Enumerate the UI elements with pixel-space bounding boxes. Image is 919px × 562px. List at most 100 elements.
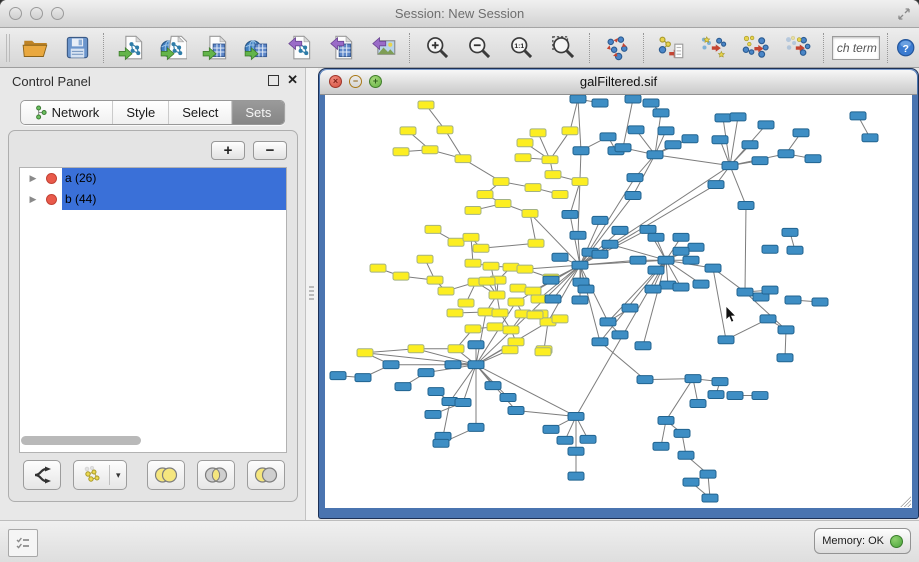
- graph-node[interactable]: [393, 272, 409, 280]
- graph-node[interactable]: [612, 226, 628, 234]
- graph-node[interactable]: [568, 412, 584, 420]
- graph-node[interactable]: [465, 206, 481, 214]
- graph-node[interactable]: [465, 259, 481, 267]
- dropdown-caret-icon[interactable]: ▾: [109, 465, 121, 485]
- graph-node[interactable]: [508, 298, 524, 306]
- graph-node[interactable]: [458, 299, 474, 307]
- graph-node[interactable]: [483, 262, 499, 270]
- graph-node[interactable]: [785, 296, 801, 304]
- graph-node[interactable]: [690, 400, 706, 408]
- graph-node[interactable]: [760, 315, 776, 323]
- disclosure-triangle-icon[interactable]: ▶: [26, 173, 40, 184]
- graph-node[interactable]: [730, 113, 746, 121]
- graph-node[interactable]: [525, 287, 541, 295]
- graph-node[interactable]: [525, 184, 541, 192]
- graph-node[interactable]: [600, 133, 616, 141]
- panel-split-divider[interactable]: [306, 68, 318, 520]
- export-network-button[interactable]: [280, 31, 318, 65]
- new-network-from-selection-button[interactable]: [652, 31, 690, 65]
- zoom-out-button[interactable]: [460, 31, 498, 65]
- graph-node[interactable]: [592, 99, 608, 107]
- graph-node[interactable]: [778, 326, 794, 334]
- zoom-in-button[interactable]: [418, 31, 456, 65]
- graph-node[interactable]: [427, 276, 443, 284]
- graph-node[interactable]: [715, 114, 731, 122]
- graph-node[interactable]: [425, 410, 441, 418]
- graph-node[interactable]: [545, 171, 561, 179]
- apply-layout-button[interactable]: [598, 31, 636, 65]
- select-first-neighbors-button[interactable]: [694, 31, 732, 65]
- graph-node[interactable]: [455, 155, 471, 163]
- graph-node[interactable]: [570, 231, 586, 239]
- show-all-button[interactable]: [778, 31, 816, 65]
- toolbar-grip[interactable]: [6, 34, 10, 62]
- graph-node[interactable]: [627, 174, 643, 182]
- graph-node[interactable]: [862, 134, 878, 142]
- graph-node[interactable]: [479, 277, 495, 285]
- graph-node[interactable]: [447, 309, 463, 317]
- graph-node[interactable]: [602, 240, 618, 248]
- graph-node[interactable]: [517, 139, 533, 147]
- graph-node[interactable]: [425, 225, 441, 233]
- graph-node[interactable]: [522, 209, 538, 217]
- graph-node[interactable]: [812, 298, 828, 306]
- graph-node[interactable]: [562, 210, 578, 218]
- graph-node[interactable]: [678, 451, 694, 459]
- network-canvas[interactable]: [325, 95, 912, 508]
- help-button[interactable]: ?: [896, 35, 915, 61]
- graph-node[interactable]: [445, 361, 461, 369]
- frame-resize-grip[interactable]: [898, 494, 911, 507]
- graph-node[interactable]: [572, 296, 588, 304]
- graph-node[interactable]: [568, 472, 584, 480]
- graph-node[interactable]: [762, 286, 778, 294]
- graph-node[interactable]: [592, 338, 608, 346]
- graph-node[interactable]: [570, 95, 586, 103]
- graph-node[interactable]: [495, 199, 511, 207]
- graph-node[interactable]: [545, 295, 561, 303]
- graph-node[interactable]: [674, 429, 690, 437]
- graph-node[interactable]: [782, 228, 798, 236]
- graph-node[interactable]: [395, 383, 411, 391]
- graph-node[interactable]: [515, 154, 531, 162]
- graph-node[interactable]: [737, 288, 753, 296]
- graph-node[interactable]: [557, 436, 573, 444]
- graph-node[interactable]: [685, 375, 701, 383]
- graph-node[interactable]: [700, 470, 716, 478]
- export-table-button[interactable]: [322, 31, 360, 65]
- graph-node[interactable]: [422, 146, 438, 154]
- graph-node[interactable]: [418, 101, 434, 109]
- graph-node[interactable]: [552, 191, 568, 199]
- add-set-button[interactable]: +: [211, 141, 245, 160]
- graph-node[interactable]: [400, 127, 416, 135]
- graph-node[interactable]: [572, 261, 588, 269]
- graph-node[interactable]: [468, 423, 484, 431]
- graph-node[interactable]: [535, 348, 551, 356]
- graph-node[interactable]: [542, 156, 558, 164]
- remove-set-button[interactable]: −: [253, 141, 287, 160]
- graph-node[interactable]: [742, 141, 758, 149]
- import-network-from-file-button[interactable]: [112, 31, 150, 65]
- graph-node[interactable]: [568, 447, 584, 455]
- difference-sets-button[interactable]: [247, 460, 285, 490]
- tab-sets[interactable]: Sets: [232, 101, 284, 124]
- graph-node[interactable]: [708, 181, 724, 189]
- graph-node[interactable]: [777, 354, 793, 362]
- graph-node[interactable]: [592, 250, 608, 258]
- graph-node[interactable]: [530, 129, 546, 137]
- split-sets-button[interactable]: [23, 460, 61, 490]
- graph-node[interactable]: [448, 345, 464, 353]
- graph-node[interactable]: [653, 109, 669, 117]
- graph-node[interactable]: [628, 126, 644, 134]
- graph-node[interactable]: [468, 341, 484, 349]
- graph-node[interactable]: [615, 144, 631, 152]
- zoom-fit-selected-button[interactable]: [544, 31, 582, 65]
- graph-node[interactable]: [502, 346, 518, 354]
- import-network-from-web-button[interactable]: [154, 31, 192, 65]
- task-history-button[interactable]: [8, 529, 38, 557]
- float-panel-icon[interactable]: [268, 75, 279, 86]
- graph-node[interactable]: [417, 255, 433, 263]
- graph-node[interactable]: [473, 244, 489, 252]
- graph-node[interactable]: [683, 478, 699, 486]
- graph-node[interactable]: [625, 95, 641, 103]
- graph-node[interactable]: [683, 256, 699, 264]
